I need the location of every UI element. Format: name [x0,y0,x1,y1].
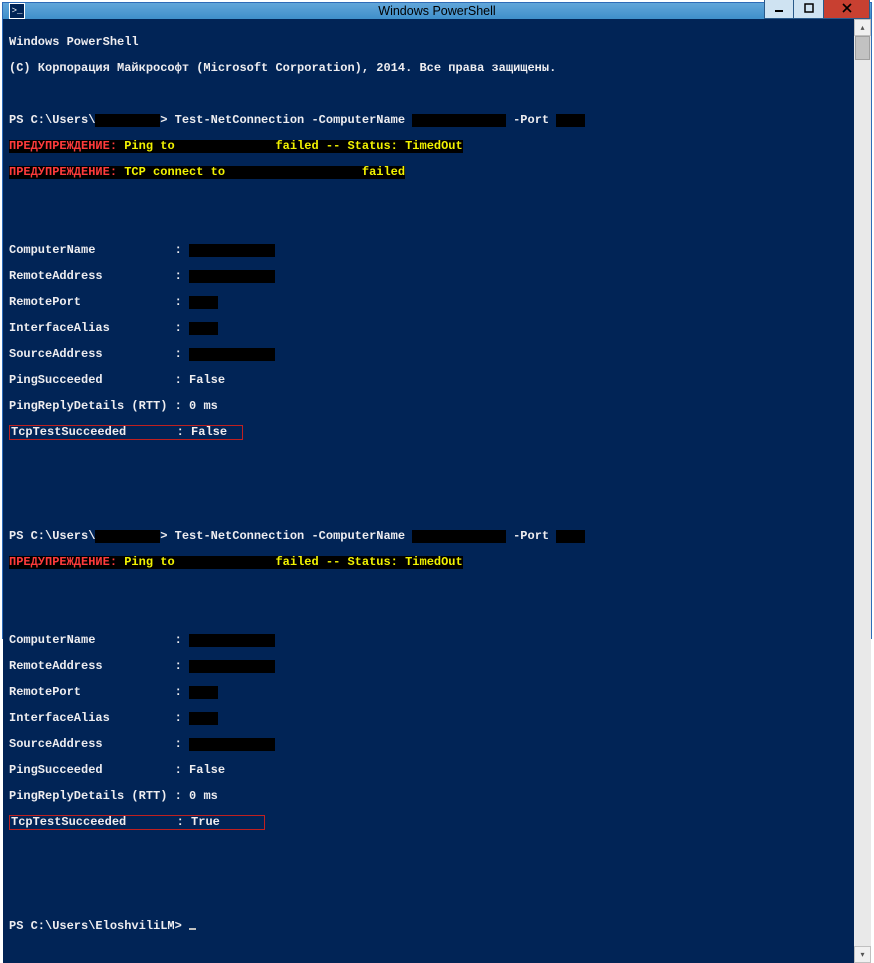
minimize-button[interactable] [764,0,794,19]
result-row: ComputerName : [9,244,850,257]
window-title: Windows PowerShell [3,4,871,18]
scroll-down-button[interactable]: ▾ [854,946,871,963]
maximize-button[interactable] [794,0,824,19]
result-row: PingSucceeded : False [9,374,850,387]
scroll-track[interactable] [854,36,871,946]
result-row: RemotePort : [9,686,850,699]
result-row: RemoteAddress : [9,270,850,283]
command-line: PS C:\Users\ > Test-NetConnection -Compu… [9,114,850,127]
warning-line: ПРЕДУПРЕЖДЕНИЕ: Ping to failed -- Status… [9,140,850,153]
result-row: InterfaceAlias : [9,712,850,725]
result-row: RemoteAddress : [9,660,850,673]
result-row: PingReplyDetails (RTT) : 0 ms [9,790,850,803]
result-row: InterfaceAlias : [9,322,850,335]
banner-line: Windows PowerShell [9,36,850,49]
prompt-line[interactable]: PS C:\Users\EloshviliLM> [9,920,850,933]
scroll-up-button[interactable]: ▴ [854,19,871,36]
result-row-highlight: TcpTestSucceeded : False [9,426,850,439]
result-row: PingReplyDetails (RTT) : 0 ms [9,400,850,413]
result-row: PingSucceeded : False [9,764,850,777]
titlebar[interactable]: >_ Windows PowerShell [3,3,871,19]
console-output[interactable]: Windows PowerShell (С) Корпорация Майкро… [3,19,854,963]
result-row-highlight: TcpTestSucceeded : True [9,816,850,829]
window-buttons [764,0,870,19]
cursor [189,928,196,930]
command-line: PS C:\Users\ > Test-NetConnection -Compu… [9,530,850,543]
result-row: SourceAddress : [9,348,850,361]
powershell-window: >_ Windows PowerShell Windows PowerShell… [2,2,872,639]
app-icon: >_ [9,3,25,19]
warning-line: ПРЕДУПРЕЖДЕНИЕ: TCP connect to failed [9,166,850,179]
scroll-thumb[interactable] [855,36,870,60]
client-area: Windows PowerShell (С) Корпорация Майкро… [3,19,871,963]
vertical-scrollbar[interactable]: ▴ ▾ [854,19,871,963]
warning-line: ПРЕДУПРЕЖДЕНИЕ: Ping to failed -- Status… [9,556,850,569]
close-button[interactable] [824,0,870,19]
banner-line: (С) Корпорация Майкрософт (Microsoft Cor… [9,62,850,75]
result-row: SourceAddress : [9,738,850,751]
result-row: RemotePort : [9,296,850,309]
